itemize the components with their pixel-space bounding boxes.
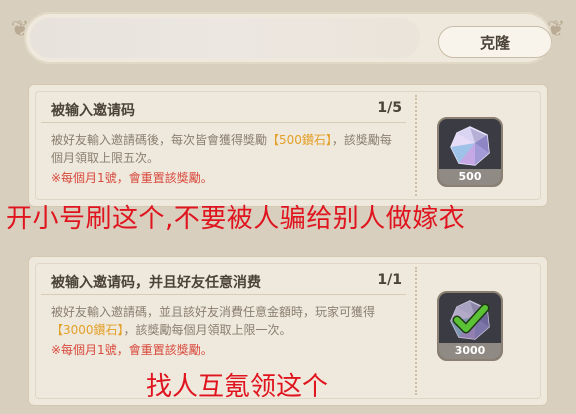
reward-item[interactable]: 3000 xyxy=(437,291,503,361)
task-progress: 1/1 xyxy=(377,272,402,288)
overlay-caption: 开小号刷这个,不要被人骗给别人做嫁衣 xyxy=(6,204,466,234)
clone-button[interactable]: 克隆 xyxy=(438,26,552,58)
card-header: 被输入邀请码，并且好友任意消费 1/1 xyxy=(41,267,406,295)
divider xyxy=(415,95,417,196)
divider xyxy=(415,267,417,395)
desc-highlight: 【500鑽石】 xyxy=(267,133,332,147)
desc-highlight: 【3000鑽石】 xyxy=(51,323,124,337)
desc-text: 被好友輸入邀請碼後，每次皆會獲得獎勵 xyxy=(51,133,268,147)
reward-count: 3000 xyxy=(439,343,501,359)
task-title: 被输入邀请码，并且好友任意消费 xyxy=(51,275,261,291)
desc-text-end: ，該獎勵每個月領取上限一次。 xyxy=(123,323,292,337)
task-description: 被好友輸入邀請碼後，每次皆會獲得獎勵【500鑽石】，該獎勵每個月領取上限五次。 xyxy=(51,131,401,167)
reward-item[interactable]: 500 xyxy=(437,117,503,187)
card-header: 被输入邀请码 1/5 xyxy=(41,95,406,123)
task-progress: 1/5 xyxy=(377,100,402,116)
overlay-caption: 找人互氪领这个 xyxy=(146,372,329,402)
reward-count: 500 xyxy=(439,169,501,185)
blurred-code-field xyxy=(30,18,420,58)
task-title: 被输入邀请码 xyxy=(51,103,135,119)
task-description: 被好友輸入邀請碼，並且該好友消費任意金額時，玩家可獲得【3000鑽石】，該獎勵每… xyxy=(51,303,401,339)
desc-text: 被好友輸入邀請碼，並且該好友消費任意金額時，玩家可獲得 xyxy=(51,305,376,319)
top-bar: 克隆 xyxy=(24,12,552,64)
checkmark-icon xyxy=(452,303,490,334)
reset-note: ※每個月1號，會重置該獎勵。 xyxy=(51,171,213,185)
reset-note: ※每個月1號，會重置該獎勵。 xyxy=(51,343,213,357)
task-card: 被输入邀请码 1/5 被好友輸入邀請碼後，每次皆會獲得獎勵【500鑽石】，該獎勵… xyxy=(28,84,548,207)
diamond-gem-icon xyxy=(450,126,490,166)
